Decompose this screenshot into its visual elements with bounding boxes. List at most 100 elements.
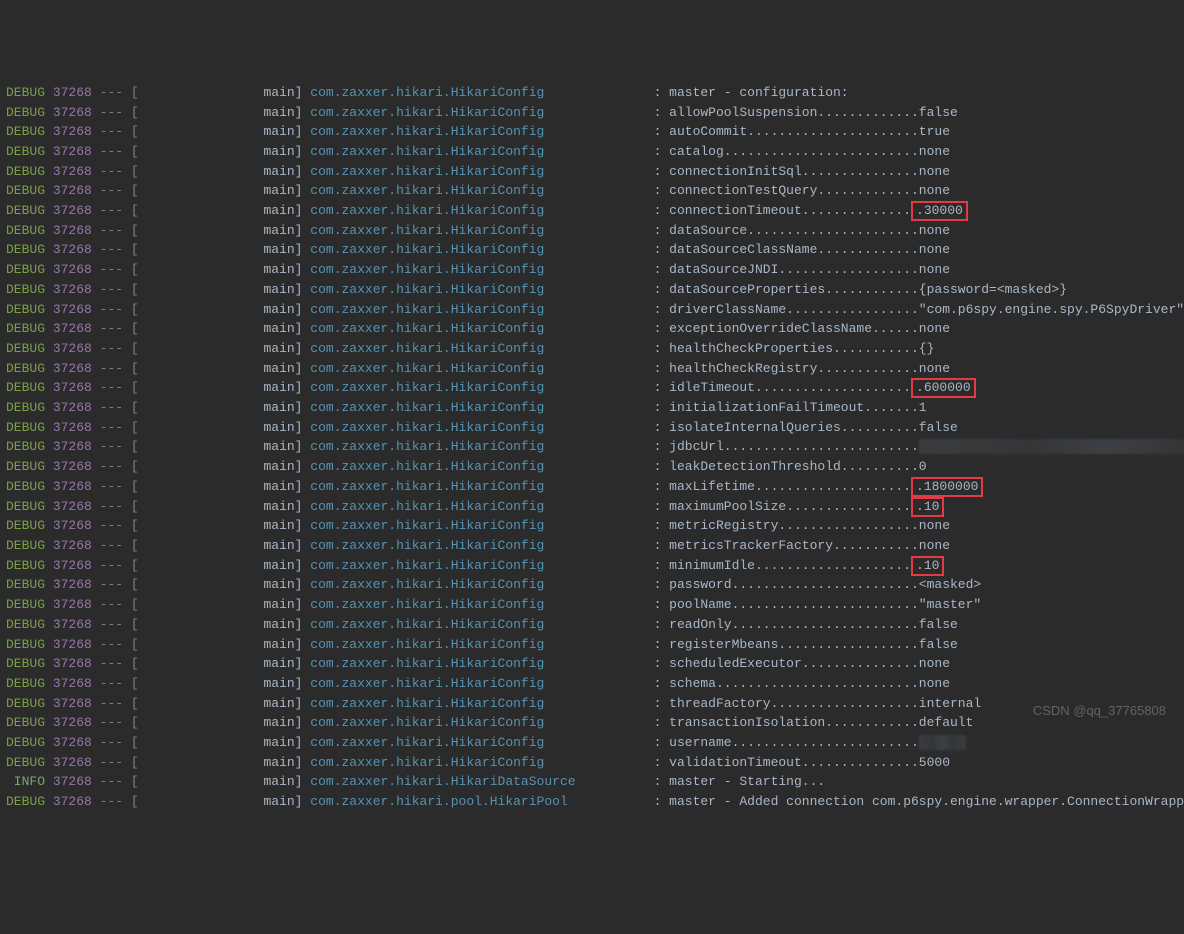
log-line: DEBUG 37268 --- [ main] com.zaxxer.hikar… xyxy=(0,674,1184,694)
log-line: DEBUG 37268 --- [ main] com.zaxxer.hikar… xyxy=(0,319,1184,339)
logger-name: com.zaxxer.hikari.HikariConfig xyxy=(310,142,653,162)
log-message: : registerMbeans..................false xyxy=(654,635,958,655)
process-id: 37268 xyxy=(53,181,92,201)
log-level: DEBUG xyxy=(6,536,45,556)
separator: --- [ xyxy=(92,615,139,635)
thread-name: main] xyxy=(139,221,311,241)
logger-name: com.zaxxer.hikari.pool.HikariPool xyxy=(310,792,653,812)
process-id: 37268 xyxy=(53,713,92,733)
separator: --- [ xyxy=(92,103,139,123)
logger-name: com.zaxxer.hikari.HikariConfig xyxy=(310,201,653,221)
separator: --- [ xyxy=(92,654,139,674)
log-message: : jdbcUrl......................... xyxy=(654,437,1184,457)
logger-name: com.zaxxer.hikari.HikariConfig xyxy=(310,713,653,733)
logger-name: com.zaxxer.hikari.HikariConfig xyxy=(310,635,653,655)
log-level: DEBUG xyxy=(6,753,45,773)
process-id: 37268 xyxy=(53,497,92,517)
process-id: 37268 xyxy=(53,418,92,438)
logger-name: com.zaxxer.hikari.HikariConfig xyxy=(310,162,653,182)
log-message: : maxLifetime.....................180000… xyxy=(654,477,984,497)
log-level: DEBUG xyxy=(6,457,45,477)
logger-name: com.zaxxer.hikari.HikariConfig xyxy=(310,378,653,398)
log-message: : connectionTestQuery.............none xyxy=(654,181,950,201)
separator: --- [ xyxy=(92,772,139,792)
separator: --- [ xyxy=(92,477,139,497)
process-id: 37268 xyxy=(53,240,92,260)
separator: --- [ xyxy=(92,339,139,359)
redacted-value xyxy=(919,735,966,750)
log-line: DEBUG 37268 --- [ main] com.zaxxer.hikar… xyxy=(0,792,1184,812)
logger-name: com.zaxxer.hikari.HikariConfig xyxy=(310,300,653,320)
logger-name: com.zaxxer.hikari.HikariConfig xyxy=(310,457,653,477)
log-message: : master - Added connection com.p6spy.en… xyxy=(654,792,1184,812)
log-level: DEBUG xyxy=(6,181,45,201)
log-message: : metricsTrackerFactory...........none xyxy=(654,536,950,556)
logger-name: com.zaxxer.hikari.HikariConfig xyxy=(310,221,653,241)
log-level: DEBUG xyxy=(6,319,45,339)
log-message: : password........................<maske… xyxy=(654,575,982,595)
thread-name: main] xyxy=(139,142,311,162)
log-message: : metricRegistry..................none xyxy=(654,516,950,536)
log-message: : readOnly........................false xyxy=(654,615,958,635)
log-line: DEBUG 37268 --- [ main] com.zaxxer.hikar… xyxy=(0,575,1184,595)
log-line: DEBUG 37268 --- [ main] com.zaxxer.hikar… xyxy=(0,497,1184,517)
highlighted-value: .10 xyxy=(911,556,944,576)
separator: --- [ xyxy=(92,181,139,201)
log-message: : dataSource......................none xyxy=(654,221,950,241)
thread-name: main] xyxy=(139,595,311,615)
logger-name: com.zaxxer.hikari.HikariConfig xyxy=(310,437,653,457)
log-message: : catalog.........................none xyxy=(654,142,950,162)
thread-name: main] xyxy=(139,378,311,398)
logger-name: com.zaxxer.hikari.HikariConfig xyxy=(310,674,653,694)
separator: --- [ xyxy=(92,575,139,595)
thread-name: main] xyxy=(139,516,311,536)
log-line: DEBUG 37268 --- [ main] com.zaxxer.hikar… xyxy=(0,260,1184,280)
separator: --- [ xyxy=(92,162,139,182)
logger-name: com.zaxxer.hikari.HikariConfig xyxy=(310,319,653,339)
log-level: DEBUG xyxy=(6,201,45,221)
log-line: DEBUG 37268 --- [ main] com.zaxxer.hikar… xyxy=(0,437,1184,457)
thread-name: main] xyxy=(139,556,311,576)
log-level: DEBUG xyxy=(6,575,45,595)
log-level: DEBUG xyxy=(6,359,45,379)
separator: --- [ xyxy=(92,753,139,773)
logger-name: com.zaxxer.hikari.HikariConfig xyxy=(310,733,653,753)
log-level: DEBUG xyxy=(6,378,45,398)
log-line: DEBUG 37268 --- [ main] com.zaxxer.hikar… xyxy=(0,103,1184,123)
log-message: : schema..........................none xyxy=(654,674,950,694)
log-line: DEBUG 37268 --- [ main] com.zaxxer.hikar… xyxy=(0,359,1184,379)
log-line: DEBUG 37268 --- [ main] com.zaxxer.hikar… xyxy=(0,477,1184,497)
log-line: DEBUG 37268 --- [ main] com.zaxxer.hikar… xyxy=(0,595,1184,615)
log-line: DEBUG 37268 --- [ main] com.zaxxer.hikar… xyxy=(0,635,1184,655)
logger-name: com.zaxxer.hikari.HikariConfig xyxy=(310,418,653,438)
thread-name: main] xyxy=(139,418,311,438)
separator: --- [ xyxy=(92,201,139,221)
separator: --- [ xyxy=(92,694,139,714)
thread-name: main] xyxy=(139,772,311,792)
process-id: 37268 xyxy=(53,162,92,182)
thread-name: main] xyxy=(139,103,311,123)
thread-name: main] xyxy=(139,398,311,418)
log-level: DEBUG xyxy=(6,142,45,162)
log-line: DEBUG 37268 --- [ main] com.zaxxer.hikar… xyxy=(0,713,1184,733)
thread-name: main] xyxy=(139,792,311,812)
separator: --- [ xyxy=(92,83,139,103)
log-message: : validationTimeout...............5000 xyxy=(654,753,950,773)
log-line: INFO 37268 --- [ main] com.zaxxer.hikari… xyxy=(0,772,1184,792)
log-level: DEBUG xyxy=(6,792,45,812)
log-level: DEBUG xyxy=(6,733,45,753)
logger-name: com.zaxxer.hikari.HikariConfig xyxy=(310,359,653,379)
log-message: : healthCheckProperties...........{} xyxy=(654,339,935,359)
log-message: : idleTimeout.....................600000 xyxy=(654,378,976,398)
log-output: DEBUG 37268 --- [ main] com.zaxxer.hikar… xyxy=(0,83,1184,812)
process-id: 37268 xyxy=(53,437,92,457)
process-id: 37268 xyxy=(53,201,92,221)
thread-name: main] xyxy=(139,300,311,320)
thread-name: main] xyxy=(139,162,311,182)
log-line: DEBUG 37268 --- [ main] com.zaxxer.hikar… xyxy=(0,398,1184,418)
logger-name: com.zaxxer.hikari.HikariConfig xyxy=(310,240,653,260)
log-line: DEBUG 37268 --- [ main] com.zaxxer.hikar… xyxy=(0,556,1184,576)
thread-name: main] xyxy=(139,674,311,694)
process-id: 37268 xyxy=(53,753,92,773)
separator: --- [ xyxy=(92,497,139,517)
